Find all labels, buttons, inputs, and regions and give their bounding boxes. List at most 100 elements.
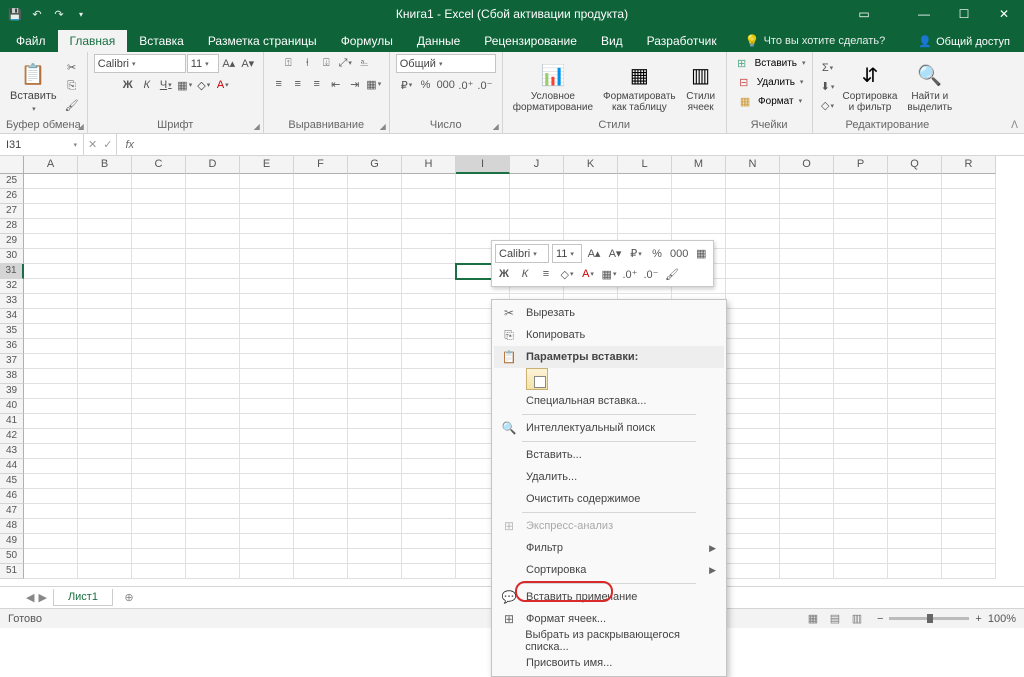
cell[interactable] [402, 549, 456, 564]
fx-icon[interactable]: fx [117, 139, 142, 151]
cell[interactable] [834, 219, 888, 234]
cell[interactable] [240, 339, 294, 354]
merge-center-icon[interactable]: ▦▾ [365, 75, 383, 93]
cell[interactable] [294, 474, 348, 489]
row-header[interactable]: 35 [0, 324, 24, 339]
maximize-icon[interactable]: ☐ [944, 0, 984, 28]
cell[interactable] [240, 429, 294, 444]
cell[interactable] [132, 354, 186, 369]
column-header[interactable]: Q [888, 156, 942, 174]
row-header[interactable]: 30 [0, 249, 24, 264]
cell[interactable] [942, 174, 996, 189]
cell[interactable] [888, 264, 942, 279]
cell[interactable] [888, 294, 942, 309]
cell[interactable] [240, 519, 294, 534]
cell[interactable] [186, 474, 240, 489]
cell[interactable] [348, 369, 402, 384]
mini-format-painter-icon[interactable]: 🖌 [663, 265, 681, 283]
cell[interactable] [780, 309, 834, 324]
cell[interactable] [942, 294, 996, 309]
align-top-icon[interactable]: ⍐ [279, 54, 297, 72]
sheet-nav[interactable]: ◀▶ [20, 591, 53, 604]
undo-icon[interactable]: ↶ [28, 5, 46, 23]
cell[interactable] [24, 174, 78, 189]
bold-button[interactable]: Ж [119, 76, 137, 94]
cell[interactable] [132, 234, 186, 249]
cell[interactable] [942, 234, 996, 249]
cell[interactable] [834, 234, 888, 249]
cell[interactable] [942, 189, 996, 204]
cell[interactable] [834, 174, 888, 189]
cell[interactable] [888, 429, 942, 444]
cell[interactable] [402, 249, 456, 264]
cell[interactable] [78, 264, 132, 279]
cell-styles-button[interactable]: ▥Стили ячеек [682, 58, 720, 115]
cut-icon[interactable]: ✂ [63, 59, 81, 77]
row-header[interactable]: 46 [0, 489, 24, 504]
ctx-cut[interactable]: ✂Вырезать [494, 302, 724, 324]
cell[interactable] [942, 324, 996, 339]
cell[interactable] [24, 564, 78, 579]
mini-percent-icon[interactable]: % [648, 245, 666, 263]
cell[interactable] [294, 309, 348, 324]
row-header[interactable]: 41 [0, 414, 24, 429]
cell[interactable] [942, 219, 996, 234]
cell[interactable] [834, 549, 888, 564]
column-header[interactable]: P [834, 156, 888, 174]
cell[interactable] [564, 204, 618, 219]
cell[interactable] [78, 444, 132, 459]
cell[interactable] [402, 339, 456, 354]
cell[interactable] [24, 249, 78, 264]
cell[interactable] [834, 459, 888, 474]
cell[interactable] [294, 324, 348, 339]
cell[interactable] [24, 534, 78, 549]
cell[interactable] [942, 339, 996, 354]
cell[interactable] [294, 174, 348, 189]
cell[interactable] [132, 174, 186, 189]
column-header[interactable]: A [24, 156, 78, 174]
cell[interactable] [132, 369, 186, 384]
cell[interactable] [132, 444, 186, 459]
cell[interactable] [726, 384, 780, 399]
cell[interactable] [24, 204, 78, 219]
cell[interactable] [24, 294, 78, 309]
cell[interactable] [834, 504, 888, 519]
share-button[interactable]: 👤Общий доступ [904, 31, 1024, 52]
cell[interactable] [402, 174, 456, 189]
cell[interactable] [186, 369, 240, 384]
cell[interactable] [348, 429, 402, 444]
mini-merge-icon[interactable]: ▦ [692, 245, 710, 263]
row-header[interactable]: 32 [0, 279, 24, 294]
cell[interactable] [132, 534, 186, 549]
row-header[interactable]: 48 [0, 519, 24, 534]
cell[interactable] [834, 204, 888, 219]
cell[interactable] [456, 204, 510, 219]
cell[interactable] [294, 204, 348, 219]
cell[interactable] [726, 309, 780, 324]
paste-button[interactable]: 📋 Вставить▾ [6, 57, 61, 115]
cell[interactable] [348, 474, 402, 489]
cell[interactable] [78, 219, 132, 234]
cell[interactable] [348, 489, 402, 504]
cell[interactable] [24, 504, 78, 519]
cell[interactable] [132, 339, 186, 354]
mini-inc-decimal-icon[interactable]: .0⁺ [621, 265, 639, 283]
cell[interactable] [780, 384, 834, 399]
cell[interactable] [888, 459, 942, 474]
cell[interactable] [348, 219, 402, 234]
row-header[interactable]: 44 [0, 459, 24, 474]
cell[interactable] [186, 519, 240, 534]
tab-home[interactable]: Главная [58, 30, 128, 52]
cell[interactable] [348, 534, 402, 549]
row-header[interactable]: 38 [0, 369, 24, 384]
cell[interactable] [834, 519, 888, 534]
cell[interactable] [132, 384, 186, 399]
ctx-paste-special[interactable]: Специальная вставка... [494, 390, 724, 412]
ctx-insert[interactable]: Вставить... [494, 444, 724, 466]
cell[interactable] [240, 294, 294, 309]
cell[interactable] [780, 459, 834, 474]
zoom-level[interactable]: 100% [988, 613, 1016, 625]
cell[interactable] [348, 414, 402, 429]
cell[interactable] [78, 489, 132, 504]
cell[interactable] [186, 549, 240, 564]
